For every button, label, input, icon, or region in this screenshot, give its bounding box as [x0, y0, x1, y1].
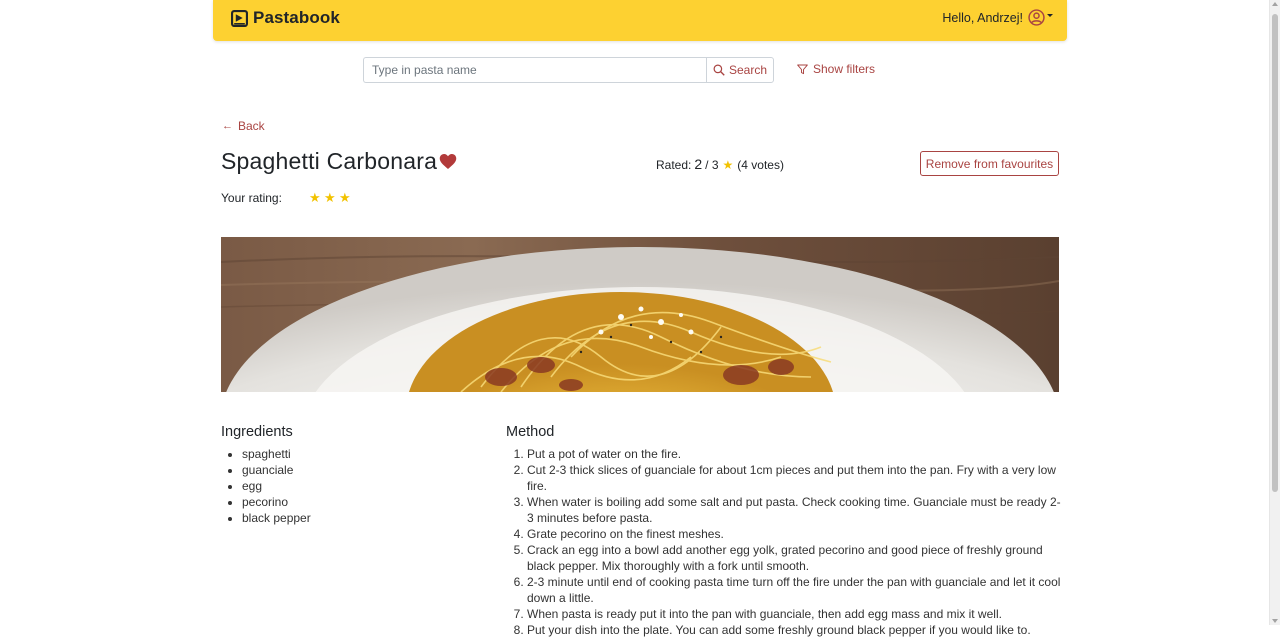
book-logo-icon: [231, 9, 248, 27]
rated-label: Rated:: [656, 158, 692, 172]
arrow-left-icon: ←: [222, 120, 233, 132]
search-icon: [713, 64, 725, 76]
search-button[interactable]: Search: [706, 57, 774, 83]
remove-from-favourites-button[interactable]: Remove from favourites: [920, 151, 1059, 176]
recipe-photo: [221, 237, 1059, 392]
method-step: 2-3 minute until end of cooking pasta ti…: [527, 574, 1062, 606]
back-link[interactable]: ← Back: [222, 119, 265, 133]
navbar: Pastabook Hello, Andrzej!: [213, 0, 1067, 41]
method-title: Method: [506, 424, 555, 440]
brand-link[interactable]: Pastabook: [231, 8, 340, 28]
scroll-up-arrow-icon[interactable]: [1272, 2, 1278, 6]
search-bar: Search: [363, 57, 774, 83]
method-step: When pasta is ready put it into the pan …: [527, 606, 1062, 622]
rating-max: / 3: [705, 158, 719, 172]
method-step: Put a pot of water on the fire.: [527, 446, 1062, 462]
show-filters-link[interactable]: Show filters: [797, 62, 875, 76]
user-menu-dropdown[interactable]: Hello, Andrzej!: [942, 9, 1053, 26]
search-input[interactable]: [363, 57, 706, 83]
ingredient-item: spaghetti: [242, 446, 311, 462]
star-icon: ★: [722, 158, 734, 172]
rating-star-1-icon[interactable]: ★: [309, 190, 324, 206]
your-rating-stars: ★ ★ ★: [309, 190, 354, 206]
average-rating: Rated: 2 / 3 ★ (4 votes): [656, 156, 784, 172]
rating-value: 2: [694, 156, 703, 172]
ingredient-item: black pepper: [242, 510, 311, 526]
your-rating-label: Your rating:: [221, 191, 282, 205]
recipe-title: Spaghetti Carbonara: [221, 148, 438, 174]
back-label: Back: [238, 119, 265, 133]
filter-icon: [797, 64, 808, 74]
ingredient-item: egg: [242, 478, 311, 494]
show-filters-label: Show filters: [813, 62, 876, 76]
user-circle-icon: [1028, 9, 1045, 26]
ingredient-item: guanciale: [242, 462, 311, 478]
page-scrollbar[interactable]: [1269, 0, 1280, 625]
search-button-label: Search: [728, 63, 768, 77]
method-step: Put your dish into the plate. You can ad…: [527, 622, 1062, 638]
heart-icon[interactable]: [439, 153, 457, 170]
chevron-down-icon: [1047, 14, 1053, 17]
scroll-down-arrow-icon[interactable]: [1272, 619, 1278, 623]
brand-name: Pastabook: [253, 8, 340, 27]
scroll-thumb[interactable]: [1272, 14, 1278, 492]
rating-star-2-icon[interactable]: ★: [324, 190, 339, 206]
pasta-dish-image: [221, 237, 1059, 392]
method-step: Cut 2-3 thick slices of guanciale for ab…: [527, 462, 1062, 494]
votes-count: (4 votes): [737, 158, 784, 172]
method-step: Grate pecorino on the finest meshes.: [527, 526, 1062, 542]
ingredients-list: spaghetti guanciale egg pecorino black p…: [221, 446, 311, 526]
method-step: When water is boiling add some salt and …: [527, 494, 1062, 526]
ingredients-title: Ingredients: [221, 424, 293, 440]
method-step: Crack an egg into a bowl add another egg…: [527, 542, 1062, 574]
method-steps-list: Put a pot of water on the fire. Cut 2-3 …: [506, 446, 1062, 638]
rating-star-3-icon[interactable]: ★: [339, 190, 354, 206]
user-greeting: Hello, Andrzej!: [942, 10, 1023, 25]
ingredient-item: pecorino: [242, 494, 311, 510]
